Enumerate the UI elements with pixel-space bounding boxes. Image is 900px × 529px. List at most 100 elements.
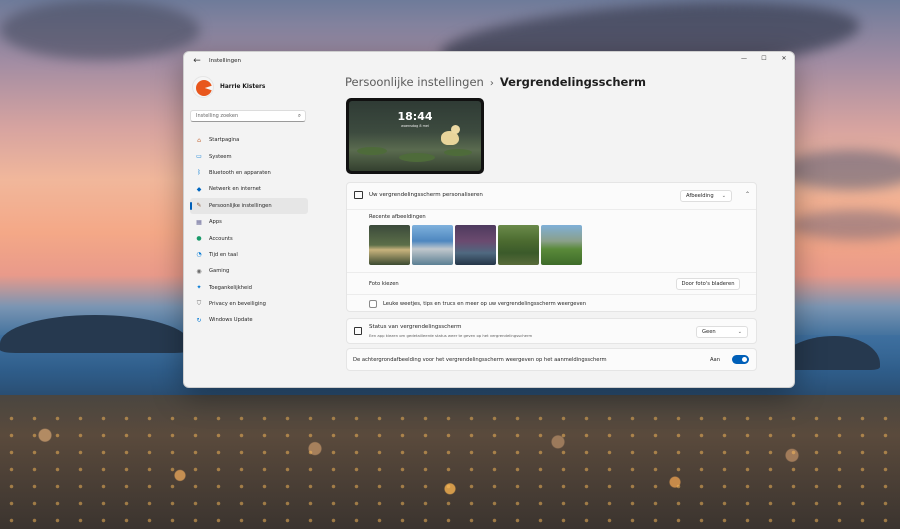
mountain-thumbnail[interactable] xyxy=(455,225,496,265)
divider xyxy=(347,294,756,295)
title-bar: ← Instellingen — ☐ ✕ xyxy=(184,52,794,70)
sidebar-item-label: Persoonlijke instellingen xyxy=(209,202,272,209)
lock-time: 18:44 xyxy=(397,110,433,123)
sidebar-item-accessibility[interactable]: ✦ Toegankelijkheid xyxy=(190,280,308,296)
sidebar-item-label: Windows Update xyxy=(209,317,253,324)
forest-thumbnail[interactable] xyxy=(498,225,539,265)
system-icon: ▭ xyxy=(196,153,202,161)
chevron-down-icon: ⌄ xyxy=(737,329,742,335)
lily-pad xyxy=(444,149,472,156)
personalization-icon: ✎ xyxy=(196,202,202,210)
signin-background-card: De achtergrondafbeelding voor het vergre… xyxy=(346,348,757,371)
network-icon: ◆ xyxy=(196,185,202,193)
app-title: Instellingen xyxy=(209,58,241,64)
duck xyxy=(441,125,460,145)
windows-update-icon: ↻ xyxy=(196,316,202,324)
signin-background-toggle[interactable] xyxy=(732,355,749,364)
shield-icon: ⛉ xyxy=(196,300,202,308)
divider xyxy=(347,272,756,273)
chevron-down-icon: ⌄ xyxy=(721,193,726,199)
search-icon[interactable]: ⌕ xyxy=(298,113,301,120)
sidebar-item-label: Startpagina xyxy=(209,137,240,144)
main-content: Persoonlijke instellingen › Vergrendelings… xyxy=(344,70,794,387)
personalize-title: Uw vergrendelingsscherm personaliseren xyxy=(369,191,483,198)
sidebar-item-label: Systeem xyxy=(209,153,232,160)
sidebar-item-time-language[interactable]: ◔ Tijd en taal xyxy=(190,247,308,263)
sidebar-item-label: Accounts xyxy=(209,235,233,242)
lily-pad xyxy=(399,153,435,162)
sidebar-item-label: Privacy en beveiliging xyxy=(209,301,266,308)
coast-thumbnail[interactable] xyxy=(412,225,453,265)
gaming-icon: ◉ xyxy=(196,267,202,275)
sky-cloud xyxy=(780,150,900,190)
sky-cloud xyxy=(0,0,200,60)
tips-label: Leuke weetjes, tips en trucs en meer op … xyxy=(383,301,586,307)
user-profile[interactable]: Harrie Kisters xyxy=(192,76,265,98)
sidebar-item-apps[interactable]: ▦ Apps xyxy=(190,214,308,230)
sidebar-item-label: Toegankelijkheid xyxy=(209,284,252,291)
chevron-up-icon[interactable]: ⌃ xyxy=(745,191,750,198)
sidebar-item-label: Tijd en taal xyxy=(209,251,238,258)
sky-cloud xyxy=(790,210,900,240)
sidebar-item-label: Netwerk en internet xyxy=(209,186,261,193)
status-subtitle: Een app kiezen om gedetailleerde status … xyxy=(369,333,533,338)
tips-option: Leuke weetjes, tips en trucs en meer op … xyxy=(369,300,586,308)
signin-background-label: De achtergrondafbeelding voor het vergre… xyxy=(353,356,607,363)
lock-screen-status-card: Status van vergrendelingsscherm Een app … xyxy=(346,318,757,344)
personalize-dropdown[interactable]: Afbeelding ⌄ xyxy=(680,190,732,202)
window-controls: — ☐ ✕ xyxy=(734,52,794,64)
sidebar-item-label: Apps xyxy=(209,219,222,226)
sidebar-nav: ⌂ Startpagina ▭ Systeem ᛒ Bluetooth en appara… xyxy=(190,132,308,329)
sidebar-item-personalization[interactable]: ✎ Persoonlijke instellingen xyxy=(190,197,308,214)
page-title: Vergrendelingsscherm xyxy=(499,75,646,89)
divider xyxy=(347,209,756,210)
search-input[interactable] xyxy=(191,113,291,119)
personalize-dropdown-value: Afbeelding xyxy=(686,193,714,199)
accessibility-icon: ✦ xyxy=(196,284,202,292)
maximize-icon[interactable]: ☐ xyxy=(754,52,774,64)
accounts-icon: ● xyxy=(196,235,202,243)
breadcrumb: Persoonlijke instellingen › Vergrendelings… xyxy=(345,75,646,89)
town-lights xyxy=(0,410,900,529)
sidebar-item-home[interactable]: ⌂ Startpagina xyxy=(190,132,308,148)
tips-checkbox[interactable] xyxy=(369,300,377,308)
home-icon: ⌂ xyxy=(197,136,201,144)
recent-images-label: Recente afbeeldingen xyxy=(369,214,426,220)
time-language-icon: ◔ xyxy=(196,251,202,259)
sidebar-item-windows-update[interactable]: ↻ Windows Update xyxy=(190,312,308,328)
choose-photo-label: Foto kiezen xyxy=(369,281,399,287)
sidebar-item-gaming[interactable]: ◉ Gaming xyxy=(190,263,308,279)
lily-pad xyxy=(357,147,387,155)
sidebar-item-bluetooth[interactable]: ᛒ Bluetooth en apparaten xyxy=(190,165,308,181)
browse-photos-button[interactable]: Door foto's bladeren xyxy=(676,278,740,290)
sidebar: Harrie Kisters ⌕ ⌂ Startpagina ▭ Systeem ᛒ Bl… xyxy=(184,70,314,387)
search-box: ⌕ xyxy=(190,110,306,122)
toggle-state-label: Aan xyxy=(709,356,720,363)
sidebar-item-system[interactable]: ▭ Systeem xyxy=(190,148,308,164)
status-title: Status van vergrendelingsscherm xyxy=(369,324,462,330)
status-dropdown-value: Geen xyxy=(702,329,716,335)
sidebar-item-label: Gaming xyxy=(209,268,230,275)
sidebar-item-label: Bluetooth en apparaten xyxy=(209,169,271,176)
close-icon[interactable]: ✕ xyxy=(774,52,794,64)
status-dropdown[interactable]: Geen ⌄ xyxy=(696,326,748,338)
lock-screen-icon xyxy=(354,191,363,199)
personalize-card: Uw vergrendelingsscherm personaliseren A… xyxy=(346,182,757,312)
sidebar-item-shield[interactable]: ⛉ Privacy en beveiliging xyxy=(190,296,308,312)
recent-images xyxy=(369,225,582,265)
personalize-header[interactable]: Uw vergrendelingsscherm personaliseren A… xyxy=(347,183,756,209)
island xyxy=(0,315,190,353)
lock-date: woensdag 8 mei xyxy=(401,124,429,128)
apps-icon: ▦ xyxy=(196,218,202,226)
minimize-icon[interactable]: — xyxy=(734,52,754,64)
preview-image: 18:44 woensdag 8 mei xyxy=(349,101,481,171)
breadcrumb-parent[interactable]: Persoonlijke instellingen xyxy=(345,75,484,89)
back-arrow-icon[interactable]: ← xyxy=(189,53,205,69)
valley-thumbnail[interactable] xyxy=(541,225,582,265)
sidebar-item-network[interactable]: ◆ Netwerk en internet xyxy=(190,181,308,197)
avatar xyxy=(192,76,214,98)
breadcrumb-separator: › xyxy=(489,78,494,89)
duck-thumbnail[interactable] xyxy=(369,225,410,265)
sidebar-item-accounts[interactable]: ● Accounts xyxy=(190,230,308,246)
status-icon xyxy=(354,327,362,335)
